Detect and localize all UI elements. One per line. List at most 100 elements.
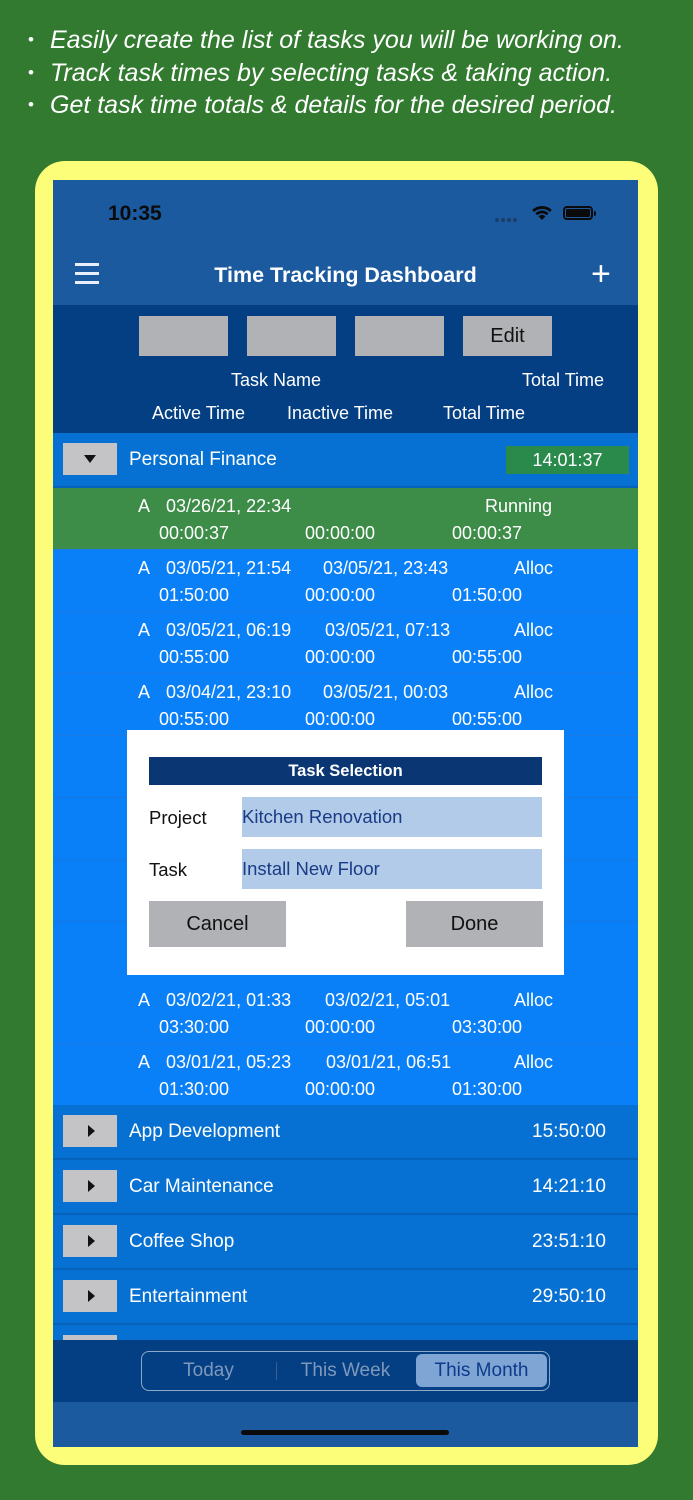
group-name: Entertainment bbox=[129, 1286, 248, 1307]
entry-type: A bbox=[138, 558, 151, 578]
group-row-app-development[interactable]: App Development 15:50:00 bbox=[53, 1105, 638, 1159]
phone-screen: 10:35 Time Tracking Dashboard + Edit Tas… bbox=[53, 180, 638, 1447]
cancel-button[interactable]: Cancel bbox=[149, 901, 286, 947]
column-active-time: Active Time bbox=[152, 403, 246, 423]
task-field[interactable]: Install New Floor bbox=[242, 849, 542, 889]
list-header: Edit Task Name Total Time Active Time In… bbox=[53, 305, 638, 433]
entry-inactive: 00:00:00 bbox=[305, 647, 376, 667]
page-title: Time Tracking Dashboard bbox=[214, 263, 477, 287]
entry-total: 00:55:00 bbox=[452, 647, 523, 667]
entry-start: 03/26/21, 22:34 bbox=[166, 496, 292, 516]
entry-end: 03/02/21, 05:01 bbox=[325, 990, 451, 1010]
entry-total: 01:30:00 bbox=[452, 1079, 523, 1099]
entry-total: 00:00:37 bbox=[452, 523, 523, 543]
entry-active: 00:55:00 bbox=[159, 709, 230, 729]
entry-row[interactable]: A 03/05/21, 06:19 03/05/21, 07:13 Alloc … bbox=[53, 612, 638, 674]
signal-icon bbox=[495, 218, 523, 222]
entry-active: 01:50:00 bbox=[159, 585, 230, 605]
project-label: Project bbox=[149, 807, 207, 828]
nav-bar: Time Tracking Dashboard + bbox=[53, 245, 638, 305]
entry-start: 03/05/21, 06:19 bbox=[166, 620, 292, 640]
group-total: 29:50:10 bbox=[532, 1286, 606, 1307]
group-total: 15:50:00 bbox=[532, 1121, 606, 1142]
entry-end: 03/01/21, 06:51 bbox=[326, 1052, 452, 1072]
entry-end: 03/05/21, 00:03 bbox=[323, 682, 449, 702]
group-row-entertainment[interactable]: Entertainment 29:50:10 bbox=[53, 1270, 638, 1324]
home-area bbox=[53, 1402, 638, 1447]
edit-button[interactable]: Edit bbox=[463, 316, 552, 356]
entry-end: 03/05/21, 07:13 bbox=[325, 620, 451, 640]
group-total: 23:51:10 bbox=[532, 1231, 606, 1252]
entry-type: A bbox=[138, 496, 151, 516]
expand-button[interactable] bbox=[63, 1280, 117, 1312]
collapse-button[interactable] bbox=[63, 443, 117, 475]
entry-status: Alloc bbox=[514, 1052, 554, 1072]
entry-total: 01:50:00 bbox=[452, 585, 523, 605]
chevron-right-icon bbox=[88, 1235, 95, 1247]
entry-status: Alloc bbox=[514, 990, 554, 1010]
entry-active: 00:00:37 bbox=[159, 523, 230, 543]
entry-active: 01:30:00 bbox=[159, 1079, 230, 1099]
group-total: 14:21:10 bbox=[532, 1176, 606, 1197]
promo-line-2: Track task times by selecting tasks & ta… bbox=[28, 57, 678, 90]
entry-type: A bbox=[138, 990, 151, 1010]
entry-total: 00:55:00 bbox=[452, 709, 523, 729]
group-row-coffee-shop[interactable]: Coffee Shop 23:51:10 bbox=[53, 1215, 638, 1269]
segment-this-week[interactable]: This Week bbox=[277, 1352, 414, 1389]
home-indicator[interactable] bbox=[241, 1430, 449, 1435]
entry-status: Alloc bbox=[514, 558, 554, 578]
status-time: 10:35 bbox=[108, 202, 162, 225]
segment-today[interactable]: Today bbox=[142, 1352, 275, 1389]
entry-row[interactable]: A 03/02/21, 01:33 03/02/21, 05:01 Alloc … bbox=[53, 982, 638, 1044]
entry-type: A bbox=[138, 1052, 151, 1072]
promo-line-1: Easily create the list of tasks you will… bbox=[28, 24, 678, 57]
entry-row-running[interactable]: A 03/26/21, 22:34 Running 00:00:37 00:00… bbox=[53, 488, 638, 550]
column-total-time-2: Total Time bbox=[443, 403, 526, 423]
entry-row[interactable]: A 03/01/21, 05:23 03/01/21, 06:51 Alloc … bbox=[53, 1044, 638, 1106]
task-selection-dialog: Task Selection Project Kitchen Renovatio… bbox=[127, 730, 564, 975]
promo-line-3: Get task time totals & details for the d… bbox=[28, 89, 678, 122]
column-inactive-time: Inactive Time bbox=[287, 403, 394, 423]
segment-this-month[interactable]: This Month bbox=[416, 1354, 547, 1387]
entry-start: 03/01/21, 05:23 bbox=[166, 1052, 292, 1072]
status-bar: 10:35 bbox=[53, 180, 638, 245]
plus-icon[interactable]: + bbox=[591, 254, 611, 294]
group-name: Car Maintenance bbox=[129, 1176, 274, 1197]
group-row-car-maintenance[interactable]: Car Maintenance 14:21:10 bbox=[53, 1160, 638, 1214]
entry-type: A bbox=[138, 682, 151, 702]
entry-end: 03/05/21, 23:43 bbox=[323, 558, 449, 578]
entry-start: 03/05/21, 21:54 bbox=[166, 558, 292, 578]
entry-status: Running bbox=[485, 496, 553, 516]
battery-icon bbox=[563, 206, 596, 220]
group-row-personal-finance[interactable]: Personal Finance 14:01:37 bbox=[53, 433, 638, 487]
entry-inactive: 00:00:00 bbox=[305, 585, 376, 605]
column-task-name: Task Name bbox=[231, 370, 322, 390]
project-field[interactable]: Kitchen Renovation bbox=[242, 797, 542, 837]
entry-active: 00:55:00 bbox=[159, 647, 230, 667]
entry-active: 03:30:00 bbox=[159, 1017, 230, 1037]
entry-type: A bbox=[138, 620, 151, 640]
dialog-title: Task Selection bbox=[149, 757, 542, 785]
entry-start: 03/04/21, 23:10 bbox=[166, 682, 292, 702]
entry-row[interactable]: A 03/04/21, 23:10 03/05/21, 00:03 Alloc … bbox=[53, 674, 638, 736]
expand-button[interactable] bbox=[63, 1170, 117, 1202]
chevron-right-icon bbox=[88, 1180, 95, 1192]
done-button[interactable]: Done bbox=[406, 901, 543, 947]
entry-inactive: 00:00:00 bbox=[305, 1079, 376, 1099]
group-name: Coffee Shop bbox=[129, 1231, 235, 1252]
group-name: App Development bbox=[129, 1121, 281, 1142]
header-button-2[interactable] bbox=[247, 316, 336, 356]
header-button-3[interactable] bbox=[355, 316, 444, 356]
header-button-1[interactable] bbox=[139, 316, 228, 356]
entry-status: Alloc bbox=[514, 620, 554, 640]
entry-status: Alloc bbox=[514, 682, 554, 702]
promo-text: Easily create the list of tasks you will… bbox=[28, 24, 678, 122]
expand-button[interactable] bbox=[63, 1225, 117, 1257]
period-selector: Today This Week This Month bbox=[141, 1351, 550, 1391]
expand-button[interactable] bbox=[63, 1115, 117, 1147]
entry-row[interactable]: A 03/05/21, 21:54 03/05/21, 23:43 Alloc … bbox=[53, 550, 638, 612]
wifi-icon bbox=[532, 205, 552, 220]
chevron-right-icon bbox=[88, 1290, 95, 1302]
entry-inactive: 00:00:00 bbox=[305, 523, 376, 543]
entry-inactive: 00:00:00 bbox=[305, 1017, 376, 1037]
